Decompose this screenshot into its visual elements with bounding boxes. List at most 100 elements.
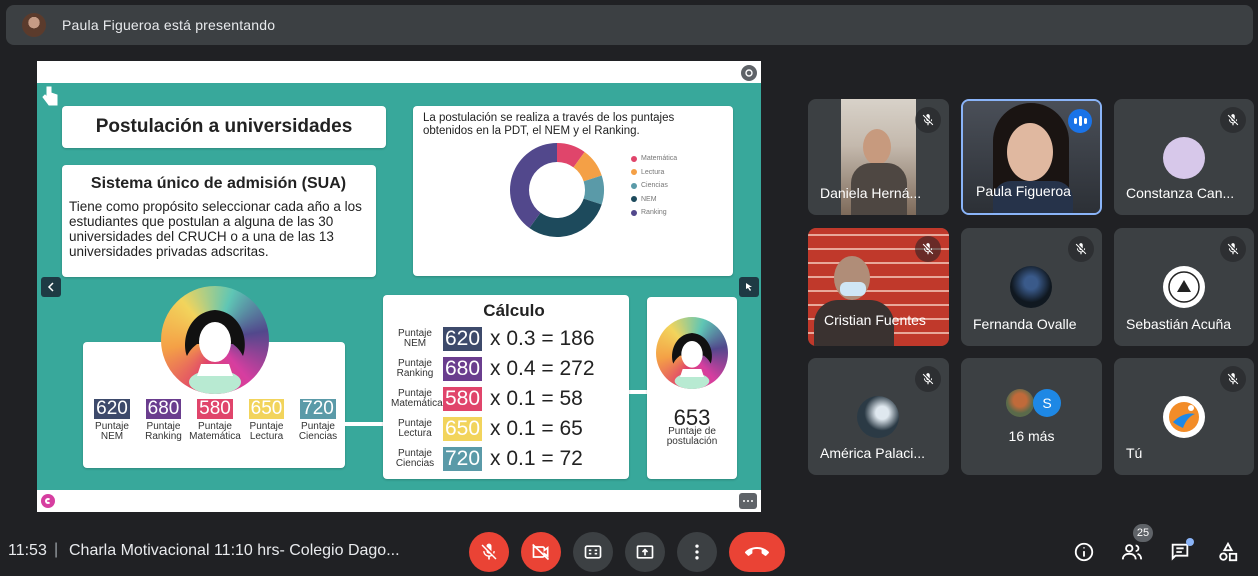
avatar (1010, 266, 1052, 308)
participant-tile[interactable]: América Palaci... (808, 358, 949, 475)
mic-off-icon (915, 366, 941, 392)
mic-off-icon (481, 543, 497, 560)
clock: 11:53 (8, 542, 47, 559)
avatar (1006, 389, 1034, 417)
presenting-text: Paula Figueroa está presentando (62, 17, 276, 33)
more-options-button[interactable] (677, 532, 717, 572)
participant-tile[interactable]: Constanza Can... (1114, 99, 1254, 215)
camera-off-icon (532, 543, 550, 561)
result-label: Puntaje de postulación (666, 426, 718, 447)
score-label: Puntaje Matemática (189, 421, 241, 442)
score-label: Puntaje Ranking (145, 421, 182, 442)
mic-toggle-button[interactable] (469, 532, 509, 572)
legend-label: Matemática (641, 155, 678, 163)
participant-tile[interactable]: Paula Figueroa (961, 99, 1102, 215)
result-avatar (656, 317, 728, 389)
calc-value: 580 (443, 387, 483, 411)
shapes-icon (1219, 541, 1238, 562)
speaking-indicator-icon (1068, 109, 1092, 133)
next-slide-button[interactable] (739, 277, 759, 297)
avatar (1163, 266, 1205, 308)
calc-label: Puntaje Lectura (398, 418, 432, 439)
slide-menu-icon[interactable] (741, 65, 757, 81)
score-value: 620 (94, 398, 130, 419)
chart-intro: La postulación se realiza a través de lo… (423, 112, 675, 137)
more-options-icon[interactable] (739, 493, 757, 509)
meeting-title: Charla Motivacional 11:10 hrs- Colegio D… (69, 542, 400, 559)
sua-title: Sistema único de admisión (SUA) (90, 175, 347, 192)
score-item: 620 Puntaje NEM (87, 399, 137, 442)
self-tile[interactable]: Tú (1114, 358, 1254, 475)
prev-slide-button[interactable] (41, 277, 61, 297)
leave-call-button[interactable] (729, 532, 785, 572)
donut-slice-nem (529, 198, 602, 237)
calc-label: Puntaje Ranking (396, 358, 434, 379)
calc-value: 650 (443, 417, 483, 441)
calc-operation: x 0.3 = 186 (490, 327, 595, 350)
participant-tile[interactable]: Sebastián Acuña (1114, 228, 1254, 346)
shared-slide: Postulación a universidades Sistema únic… (37, 61, 761, 512)
more-participants-tile[interactable]: S 16 más (961, 358, 1102, 475)
captions-button[interactable] (573, 532, 613, 572)
more-participants-label: 16 más (1008, 428, 1055, 444)
connector-line (629, 390, 647, 394)
participant-tile[interactable]: Daniela Herná... (808, 99, 949, 215)
chart-card: La postulación se realiza a través de lo… (413, 106, 733, 276)
mic-off-icon (1220, 366, 1246, 392)
score-value: 580 (197, 398, 233, 419)
mic-off-icon (915, 236, 941, 262)
present-icon (636, 545, 654, 559)
calc-title: Cálculo (483, 301, 545, 320)
participant-name: Tú (1126, 445, 1143, 461)
legend-item: NEM (631, 193, 677, 207)
calc-label: Puntaje Ciencias (395, 448, 435, 469)
calc-row: Puntaje Ciencias 720 x 0.1 = 72 (391, 447, 583, 471)
present-screen-button[interactable] (625, 532, 665, 572)
mic-off-icon (1220, 236, 1246, 262)
meeting-details-button[interactable] (1072, 540, 1096, 564)
result-card: 653 Puntaje de postulación (647, 297, 737, 479)
legend-item: Ciencias (631, 179, 677, 193)
score-item: 580 Puntaje Matemática (189, 398, 241, 442)
score-label: Puntaje Lectura (249, 421, 284, 442)
activities-button[interactable] (1216, 540, 1240, 564)
legend-label: Ranking (641, 209, 667, 217)
participant-tile[interactable]: Fernanda Ovalle (961, 228, 1102, 346)
calc-operation: x 0.4 = 272 (490, 357, 595, 380)
people-icon (1121, 544, 1143, 560)
camera-toggle-button[interactable] (521, 532, 561, 572)
participant-tile[interactable]: Cristian Fuentes (808, 228, 949, 346)
more-vert-icon (695, 544, 699, 560)
calc-value: 620 (443, 327, 483, 351)
mic-off-icon (1068, 236, 1094, 262)
slide-title-card: Postulación a universidades (62, 106, 386, 148)
brand-logo-icon (41, 494, 55, 508)
mic-off-icon (1220, 107, 1246, 133)
avatar (1163, 137, 1205, 179)
calc-operation: x 0.1 = 72 (490, 447, 583, 470)
calc-label: Puntaje NEM (398, 328, 432, 349)
score-value: 680 (145, 398, 182, 419)
participant-name: Sebastián Acuña (1126, 316, 1232, 332)
participants-button[interactable] (1120, 540, 1144, 564)
score-item: 720 Puntaje Ciencias (293, 399, 343, 442)
chat-button[interactable] (1168, 538, 1194, 564)
participant-name: América Palaci... (820, 445, 926, 461)
calc-row: Puntaje NEM 620 x 0.3 = 186 (391, 327, 595, 351)
legend-item: Matemática (631, 152, 677, 166)
calc-row: Puntaje Lectura 650 x 0.1 = 65 (391, 417, 583, 441)
score-item: 680 Puntaje Ranking (139, 399, 189, 442)
score-label: Puntaje NEM (95, 421, 129, 442)
sua-card: Sistema único de admisión (SUA) Tiene co… (62, 165, 376, 277)
participant-name: Constanza Can... (1126, 185, 1235, 201)
participant-count-badge: 25 (1133, 524, 1153, 542)
pointer-hand-icon[interactable] (41, 85, 59, 112)
legend-label: Ciencias (641, 182, 668, 190)
calc-label: Puntaje Matemática (391, 388, 443, 409)
slide-title: Postulación a universidades (95, 116, 353, 137)
score-value: 650 (248, 398, 285, 419)
scores-row: 620 Puntaje NEM 680 Puntaje Ranking 580 Punta… (87, 399, 343, 442)
avatar (1163, 396, 1205, 438)
calc-operation: x 0.1 = 65 (490, 417, 583, 440)
calc-value: 720 (443, 447, 483, 471)
